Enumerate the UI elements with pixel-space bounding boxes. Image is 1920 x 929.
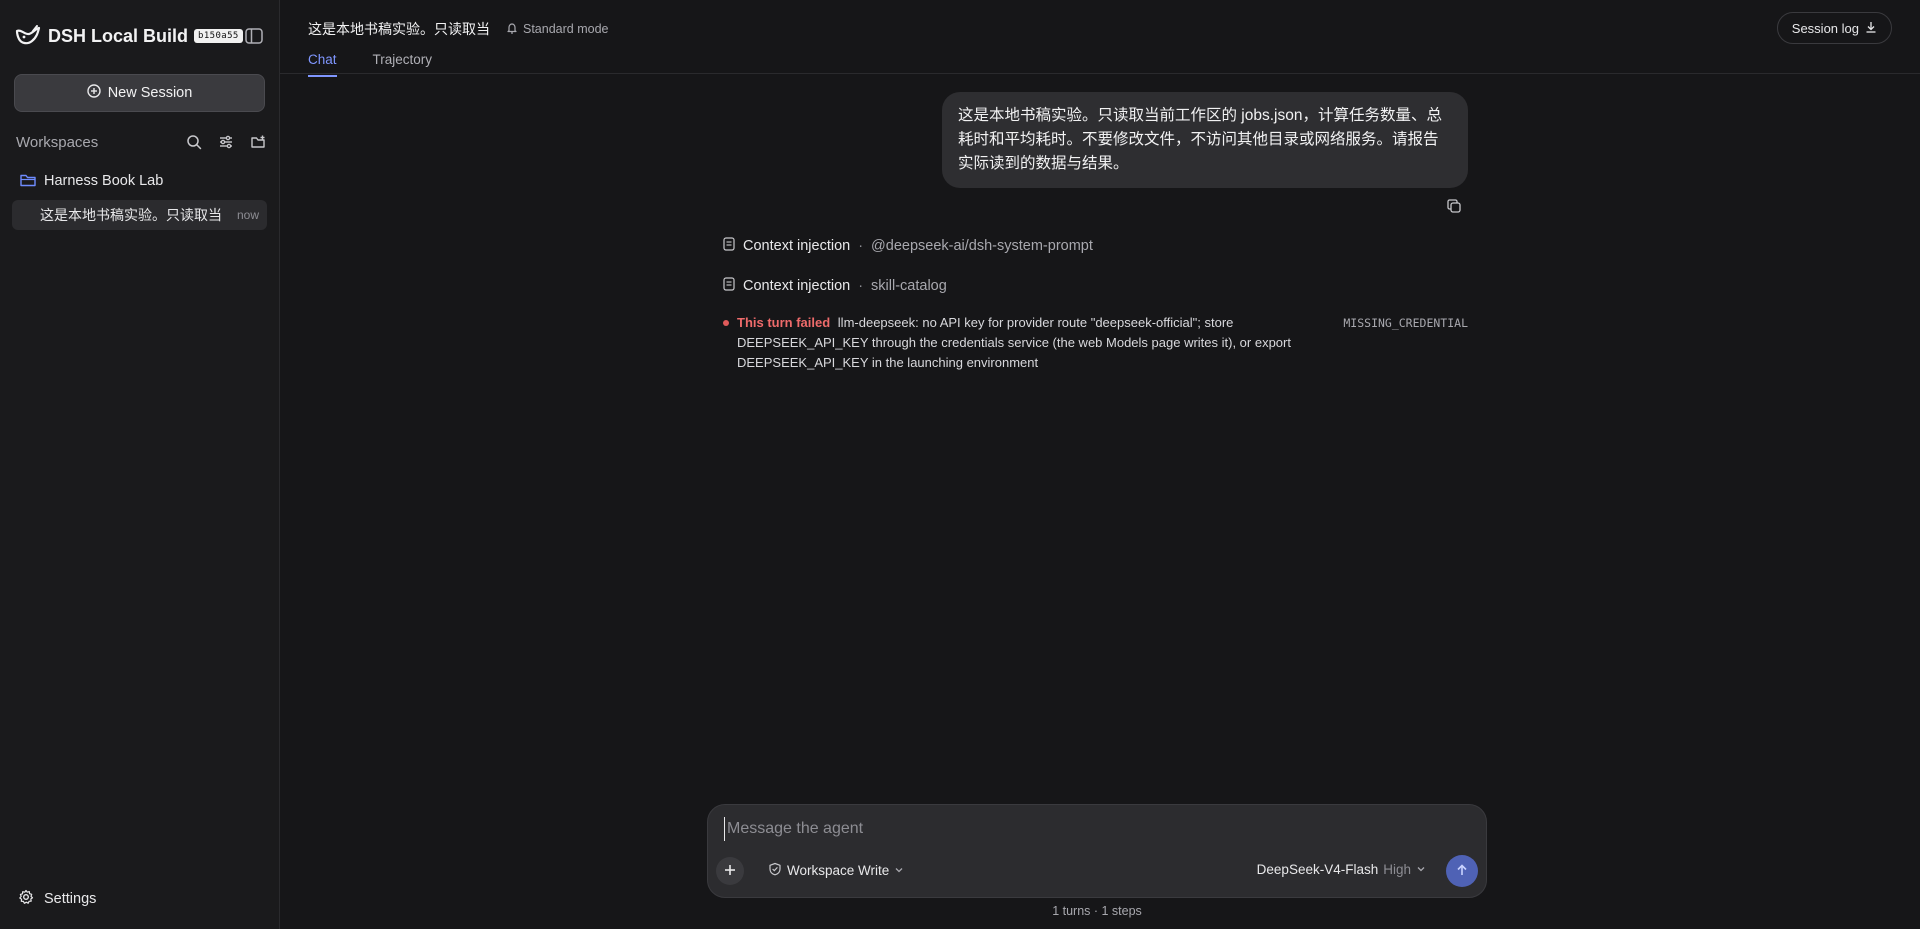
model-dropdown[interactable]: DeepSeek-V4-Flash High [1257,862,1426,877]
whale-logo-icon [14,22,42,50]
context-separator: · [858,278,864,294]
turn-error: This turn failed llm-deepseek: no API ke… [723,313,1468,373]
message-actions [723,198,1468,217]
error-body: This turn failed llm-deepseek: no API ke… [737,313,1317,373]
context-label: Context injection [743,238,851,254]
permission-dropdown[interactable]: Workspace Write [768,862,904,879]
context-value: skill-catalog [871,278,947,294]
tab-trajectory[interactable]: Trajectory [373,52,433,77]
send-button[interactable] [1446,855,1478,887]
workspace-name: Harness Book Lab [44,173,164,189]
user-message: 这是本地书稿实验。只读取当前工作区的 jobs.json，计算任务数量、总耗时和… [942,92,1468,188]
brand-header: DSH Local Build b150a55 [0,0,279,72]
session-log-button[interactable]: Session log [1776,12,1892,44]
sidebar: DSH Local Build b150a55 New Session Work… [0,0,280,929]
top-bar: 这是本地书稿实验。只读取当 Standard mode Chat Traject… [280,0,1920,77]
workspaces-tools [185,133,267,151]
context-value: @deepseek-ai/dsh-system-prompt [871,238,1093,254]
message-input[interactable] [724,817,1424,841]
attach-button[interactable] [716,857,744,885]
session-log-label: Session log [1791,20,1859,36]
gear-icon [18,889,34,909]
bell-icon [506,22,518,37]
tab-chat[interactable]: Chat [308,52,337,77]
mode-label: Standard mode [523,22,609,36]
new-session-label: New Session [107,85,193,101]
context-label: Context injection [743,278,851,294]
model-name: DeepSeek-V4-Flash [1256,862,1379,877]
shield-check-icon [768,862,782,879]
app-root: DSH Local Build b150a55 New Session Work… [0,0,1920,929]
sidebar-toggle-icon[interactable] [243,25,265,47]
mode-indicator[interactable]: Standard mode [506,22,608,37]
workspaces-label: Workspaces [16,133,99,151]
build-id-badge: b150a55 [194,29,243,43]
search-icon[interactable] [185,133,203,151]
folder-icon [20,173,36,190]
main-panel: 这是本地书稿实验。只读取当 Standard mode Chat Traject… [280,0,1920,929]
context-injection-row[interactable]: Context injection · skill-catalog [723,275,1468,297]
workspace-folder[interactable]: Harness Book Lab [0,164,279,198]
chevron-down-icon [1416,862,1426,877]
turn-stats: 1 turns · 1 steps [1052,904,1142,918]
plus-circle-icon [86,84,101,102]
new-session-button[interactable]: New Session [14,74,265,112]
session-list-item[interactable]: 这是本地书稿实验。只读取当 now [12,200,267,230]
new-folder-icon[interactable] [249,133,267,151]
message-composer: Workspace Write DeepSeek-V4-Flash High [707,804,1487,898]
brand-title: DSH Local Build [48,25,189,46]
page-title: 这是本地书稿实验。只读取当 [308,21,490,37]
document-icon [723,277,735,295]
title-row: 这是本地书稿实验。只读取当 Standard mode [308,0,1920,39]
settings-button[interactable]: Settings [18,889,96,909]
filter-sliders-icon[interactable] [217,133,235,151]
session-title: 这是本地书稿实验。只读取当 [40,207,222,223]
chevron-down-icon [894,863,904,878]
context-injection-row[interactable]: Context injection · @deepseek-ai/dsh-sys… [723,235,1468,257]
download-icon [1865,21,1877,36]
chat-thread: 这是本地书稿实验。只读取当前工作区的 jobs.json，计算任务数量、总耗时和… [723,92,1468,373]
plus-icon [723,863,737,880]
tab-bar: Chat Trajectory [308,52,1920,77]
error-title: This turn failed [737,315,831,330]
error-code: MISSING_CREDENTIAL [1343,316,1468,330]
copy-icon[interactable] [1446,198,1462,217]
permission-label: Workspace Write [787,863,890,878]
session-time: now [236,208,259,222]
model-level: High [1383,862,1411,877]
arrow-up-icon [1455,863,1469,880]
settings-label: Settings [44,891,97,907]
document-icon [723,237,735,255]
error-status-dot [723,320,729,326]
context-separator: · [858,238,864,254]
workspaces-header: Workspaces [0,126,279,158]
